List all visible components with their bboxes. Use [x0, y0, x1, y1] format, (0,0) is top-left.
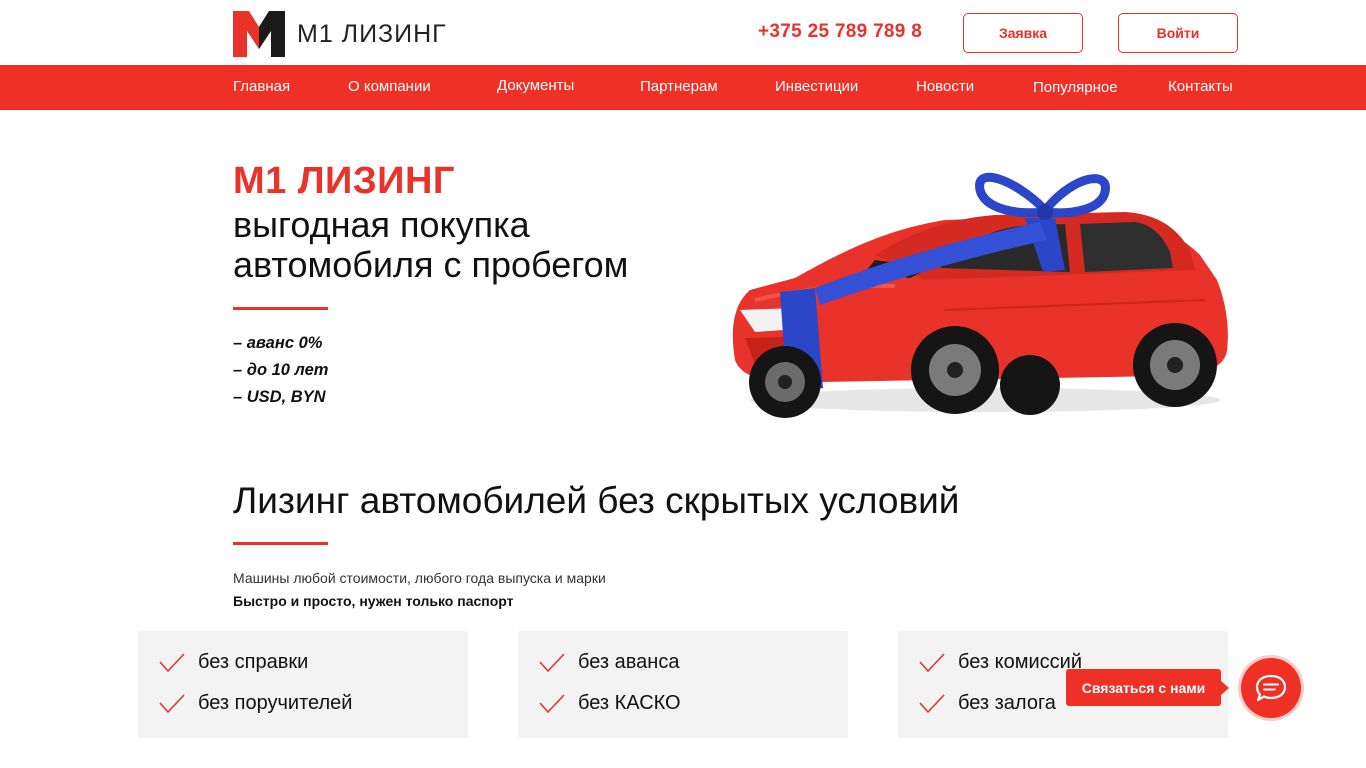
check-icon — [159, 693, 185, 713]
benefit-text: без аванса — [578, 651, 680, 673]
check-icon — [539, 652, 565, 672]
hero-divider — [233, 307, 328, 310]
nav-item-news[interactable]: Новости — [916, 78, 974, 95]
benefit-item: без поручителей — [158, 692, 352, 715]
check-icon — [919, 693, 945, 713]
hero-feature: – USD, BYN — [233, 388, 326, 406]
hero-feature: – до 10 лет — [233, 361, 329, 379]
phone-number[interactable]: +375 25 789 789 8 — [758, 21, 922, 43]
chat-button[interactable] — [1241, 658, 1301, 718]
benefit-text: без поручителей — [198, 692, 353, 714]
benefit-text: без комиссий — [958, 651, 1083, 673]
hero-headline-line2: автомобиля с пробегом — [233, 244, 629, 285]
benefit-item: без комиссий — [918, 651, 1082, 674]
check-icon — [539, 693, 565, 713]
section-subtitle-bold: Быстро и просто, нужен только паспорт — [233, 593, 514, 609]
login-button[interactable]: Войти — [1118, 13, 1238, 53]
benefit-card: без справки без поручителей — [138, 631, 468, 738]
check-icon — [159, 652, 185, 672]
benefit-item: без аванса — [538, 651, 679, 674]
benefit-item: без залога — [918, 692, 1056, 715]
benefit-text: без залога — [958, 692, 1056, 714]
section-title: Лизинг автомобилей без скрытых условий — [233, 480, 960, 521]
m1-logo-icon — [233, 11, 285, 57]
benefit-text: без справки — [198, 651, 309, 673]
site-header: М1 ЛИЗИНГ +375 25 789 789 8 Заявка Войти — [0, 0, 1366, 65]
benefit-item: без справки — [158, 651, 308, 674]
nav-item-popular[interactable]: Популярное — [1033, 79, 1118, 96]
benefit-card: без аванса без КАСКО — [518, 631, 848, 738]
main-nav: Главная О компании Документы Партнерам И… — [0, 65, 1366, 110]
hero-brand: М1 ЛИЗИНГ — [233, 160, 455, 202]
request-button[interactable]: Заявка — [963, 13, 1083, 53]
logo-text: М1 ЛИЗИНГ — [297, 19, 447, 48]
hero-headline-line1: выгодная покупка — [233, 204, 530, 245]
nav-item-contacts[interactable]: Контакты — [1168, 78, 1233, 95]
check-icon — [919, 652, 945, 672]
section-divider — [233, 542, 328, 545]
benefit-text: без КАСКО — [578, 692, 681, 714]
nav-item-partners[interactable]: Партнерам — [640, 78, 718, 95]
logo[interactable]: М1 ЛИЗИНГ — [233, 11, 447, 57]
red-car-with-ribbon-image — [732, 172, 1228, 418]
benefit-item: без КАСКО — [538, 692, 681, 715]
chat-bubble-icon — [1255, 674, 1287, 702]
nav-item-home[interactable]: Главная — [233, 78, 290, 95]
nav-item-investments[interactable]: Инвестиции — [775, 78, 858, 95]
section-subtitle: Машины любой стоимости, любого года выпу… — [233, 570, 606, 586]
contact-us-label[interactable]: Связаться с нами — [1066, 669, 1229, 706]
nav-item-about[interactable]: О компании — [348, 78, 431, 95]
nav-item-documents[interactable]: Документы — [497, 77, 574, 94]
hero-feature: – аванс 0% — [233, 334, 323, 352]
